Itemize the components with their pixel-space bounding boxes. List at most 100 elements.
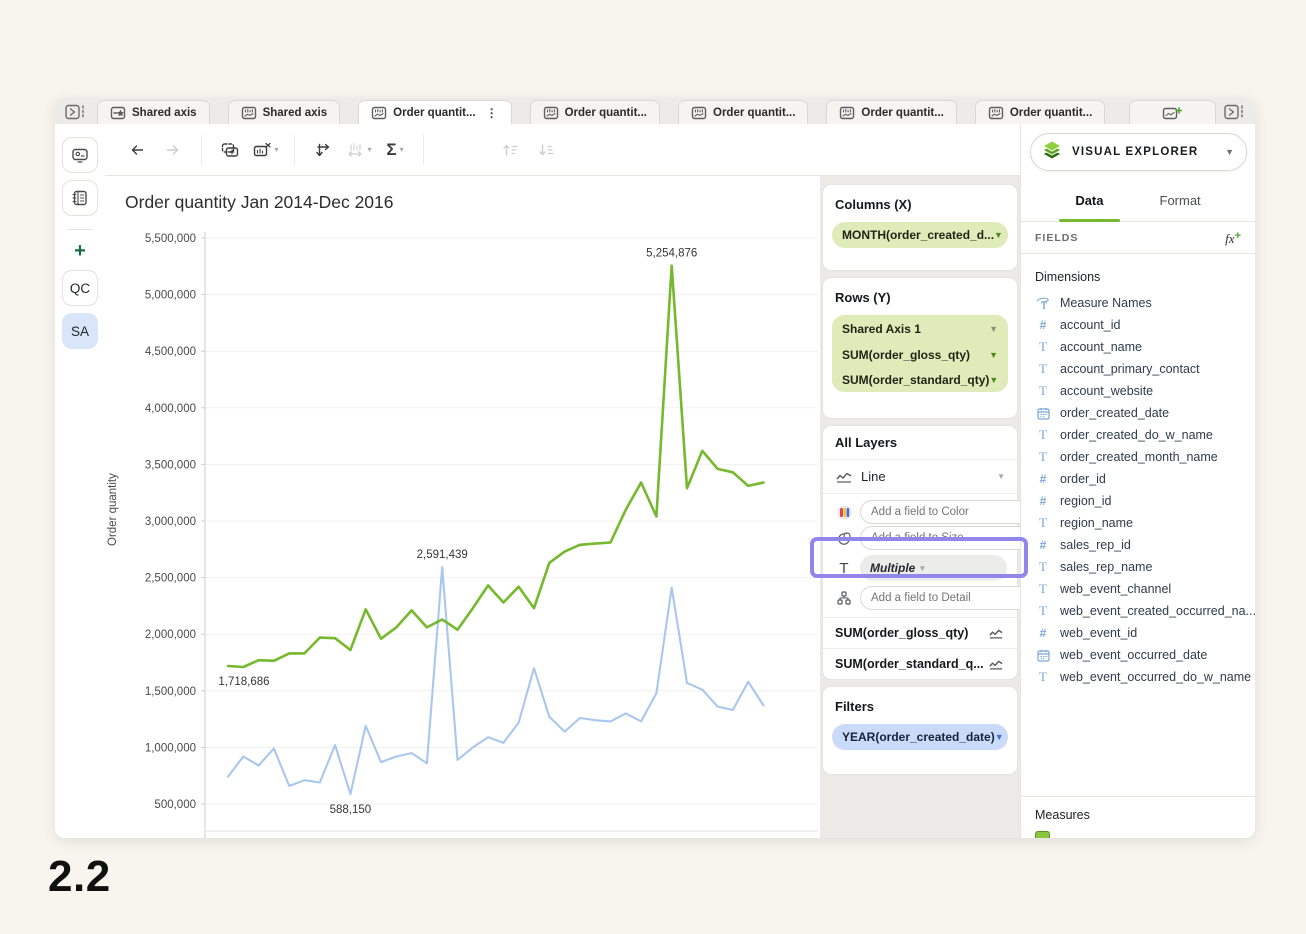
tab-label: Order quantit... [1010,107,1092,119]
layer-row-standard[interactable]: SUM(order_standard_q... [823,648,1017,679]
chevron-down-icon[interactable]: ▾ [274,145,278,154]
y-tick-label: 3,000,000 [145,516,196,528]
visual-explorer-label: VISUAL EXPLORER [1072,146,1225,158]
toolbar: ▾▾Σ▾ [105,124,1020,176]
workbook-tab-6[interactable]: Order quantit... [975,100,1105,124]
chevron-down-icon[interactable]: ▾ [367,145,371,154]
field-label: order_created_do_w_name [1060,428,1213,442]
chevron-down-icon[interactable]: ▼ [918,564,926,573]
sheet-star-icon [110,105,126,121]
filters-title: Filters [823,687,1017,714]
field-item-16[interactable]: web_event_occurred_date [1035,644,1247,666]
filter-pill[interactable]: YEAR(order_created_date) ▼ [832,724,1008,750]
workbook-tab-0[interactable]: Shared axis [97,100,210,124]
collapse-tabstrip-left-icon[interactable] [55,100,97,124]
undo-arrow-icon[interactable] [122,134,152,166]
shared-axis-pill[interactable]: Shared Axis 1 ▼ [832,315,1008,342]
tab-label: Shared axis [132,107,197,119]
chevron-down-icon[interactable]: ▼ [1225,147,1234,157]
rows-pill-gloss[interactable]: SUM(order_gloss_qty) ▼ [832,342,1008,367]
workbook-tabstrip: Shared axisShared axisOrder quantit...⋮O… [55,98,1255,124]
tab-menu-kebab-icon[interactable]: ⋮ [486,106,499,120]
field-item-15[interactable]: #web_event_id [1035,622,1247,644]
tab-label: Order quantit... [861,107,943,119]
y-tick-label: 2,500,000 [145,573,196,585]
field-item-8[interactable]: #order_id [1035,468,1247,490]
field-item-11[interactable]: #sales_rep_id [1035,534,1247,556]
chevron-down-icon[interactable]: ▼ [995,732,1004,742]
add-collaborator-button[interactable]: + [62,238,98,264]
layer-row-gloss[interactable]: SUM(order_gloss_qty) [823,617,1017,648]
field-item-2[interactable]: Taccount_name [1035,336,1247,358]
text-field-icon: T [1039,603,1047,619]
y-tick-label: 3,500,000 [145,459,196,471]
tab-format[interactable]: Format [1158,180,1203,221]
rail-divider [67,229,93,230]
chevron-down-icon[interactable]: ▼ [989,350,998,360]
field-item-6[interactable]: Torder_created_do_w_name [1035,424,1247,446]
size-field-input[interactable] [860,526,1020,550]
field-label: sales_rep_name [1060,560,1152,574]
field-item-7[interactable]: Torder_created_month_name [1035,446,1247,468]
sort-ascending-icon[interactable] [495,134,525,166]
field-label: account_primary_contact [1060,362,1200,376]
add-calculated-field-button[interactable]: fx+ [1225,230,1241,247]
duplicate-chart-icon[interactable] [215,134,245,166]
chevron-down-icon[interactable]: ▾ [400,145,404,154]
field-item-5[interactable]: order_created_date [1035,402,1247,424]
y-tick-label: 2,000,000 [145,629,196,641]
field-item-13[interactable]: Tweb_event_channel [1035,578,1247,600]
chevron-down-icon[interactable]: ▼ [997,472,1005,481]
color-field-input[interactable] [860,500,1020,524]
chevron-down-icon[interactable]: ▼ [989,324,998,334]
tab-label: Order quantit... [565,107,647,119]
bar-spacing-icon[interactable]: ▾ [344,134,374,166]
redo-arrow-icon[interactable] [158,134,188,166]
field-label: order_created_date [1060,406,1169,420]
sort-descending-icon[interactable] [531,134,561,166]
visual-explorer-menu[interactable]: VISUAL EXPLORER ▼ [1030,133,1247,171]
workbook-tab-4[interactable]: Order quantit... [678,100,808,124]
notebook-icon[interactable] [62,180,98,216]
field-item-0[interactable]: TMeasure Names [1035,292,1247,314]
screen-share-icon[interactable] [62,137,98,173]
aggregate-sigma-icon[interactable]: Σ▾ [380,134,410,166]
field-item-4[interactable]: Taccount_website [1035,380,1247,402]
field-label: region_id [1060,494,1111,508]
measures-section: Measures [1021,796,1255,838]
field-item-10[interactable]: Tregion_name [1035,512,1247,534]
field-item-12[interactable]: Tsales_rep_name [1035,556,1247,578]
toolbar-divider [423,135,424,165]
workbook-tab-1[interactable]: Shared axis [228,100,341,124]
fields-header-bar: FIELDS fx+ [1021,223,1255,254]
text-field-icon: T [1039,427,1047,443]
rows-shelf-title: Rows (Y) [823,278,1017,305]
chevron-down-icon[interactable]: ▼ [994,230,1003,240]
avatar-sa[interactable]: SA [62,313,98,349]
workbook-tab-5[interactable]: Order quantit... [826,100,956,124]
avatar-qc[interactable]: QC [62,270,98,306]
columns-pill[interactable]: MONTH(order_created_d... ▼ [832,222,1008,248]
field-label: account_name [1060,340,1142,354]
chevron-down-icon[interactable]: ▼ [989,375,998,385]
collapse-tabstrip-right-icon[interactable] [1216,100,1255,124]
field-label: account_id [1060,318,1120,332]
field-item-17[interactable]: Tweb_event_occurred_do_w_name [1035,666,1247,688]
rows-pill-standard[interactable]: SUM(order_standard_qty) ▼ [832,367,1008,392]
detail-field-input[interactable] [860,586,1020,610]
add-chart-button[interactable] [1129,100,1215,124]
tab-data[interactable]: Data [1073,180,1105,221]
field-item-14[interactable]: Tweb_event_created_occurred_na... [1035,600,1247,622]
workbook-tab-3[interactable]: Order quantit... [530,100,660,124]
workbook-tab-2[interactable]: Order quantit...⋮ [358,100,511,124]
size-icon [835,531,853,546]
remove-chart-icon[interactable]: ▾ [251,134,281,166]
mark-type-select[interactable]: Line ▼ [823,460,1017,494]
date-field-icon [1037,649,1050,662]
field-item-3[interactable]: Taccount_primary_contact [1035,358,1247,380]
field-item-1[interactable]: #account_id [1035,314,1247,336]
swap-axes-icon[interactable] [308,134,338,166]
fields-header: FIELDS [1035,232,1225,244]
field-item-9[interactable]: #region_id [1035,490,1247,512]
label-field-dropdown[interactable]: Multiple ▼ [860,555,1007,581]
